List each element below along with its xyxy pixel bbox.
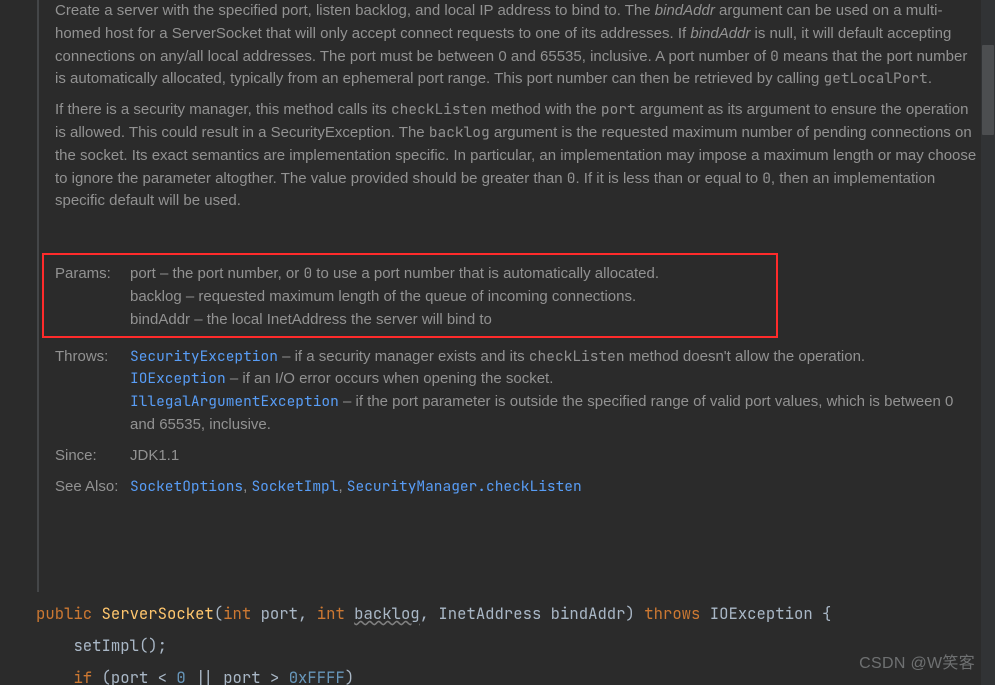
param-bindaddr: bindAddr – the local InetAddress the ser… (130, 309, 776, 332)
type-ioexception: IOException (710, 603, 813, 624)
throws-text: method doesn't allow the operation. (625, 348, 866, 365)
link-socketimpl[interactable]: SocketImpl (251, 477, 338, 496)
num-hex: 0xFFFF (289, 667, 345, 685)
throws-label: Throws: (55, 346, 130, 437)
editor-viewport: Create a server with the specified port,… (0, 0, 995, 685)
paren: ) (345, 667, 354, 685)
paren: ( (92, 667, 111, 685)
throws-row: Throws: SecurityException – if a securit… (55, 346, 980, 437)
kw-throws: throws (644, 603, 700, 624)
type-inetaddress: InetAddress (438, 603, 550, 624)
param-backlog: backlog – requested maximum length of th… (130, 286, 776, 309)
javadoc-panel: Create a server with the specified port,… (37, 0, 980, 592)
doc-text: method with the (487, 101, 601, 118)
param-port-text: port – the port number, or (130, 265, 303, 282)
doc-method-getlocalport: getLocalPort (823, 69, 927, 88)
throws-content: SecurityException – if a security manage… (130, 346, 980, 437)
op-lt: < (158, 667, 177, 685)
link-illegalargumentexception[interactable]: IllegalArgumentException (130, 392, 339, 411)
javadoc-paragraph-2: If there is a security manager, this met… (55, 99, 980, 213)
comma: , (298, 603, 317, 624)
kw-public: public (36, 603, 92, 624)
params-highlight-box: Params: port – the port number, or 0 to … (42, 253, 778, 337)
code-editor[interactable]: public ServerSocket(int port, int backlo… (36, 598, 995, 685)
link-ioexception[interactable]: IOException (130, 369, 226, 388)
kw-if: if (73, 667, 92, 685)
seealso-label: See Also: (55, 476, 130, 499)
throws-ioexception: IOException – if an I/O error occurs whe… (130, 368, 980, 391)
params-row: Params: port – the port number, or 0 to … (55, 263, 776, 331)
op-gt: > (270, 667, 289, 685)
semicolon: ; (158, 635, 167, 656)
doc-text: Create a server with the specified port,… (55, 2, 655, 19)
param-backlog: backlog (354, 603, 420, 624)
link-securitymanager-checklisten[interactable]: SecurityManager.checkListen (347, 477, 582, 496)
since-label: Since: (55, 445, 130, 468)
doc-method-checklisten: checkListen (391, 100, 487, 119)
call-setimpl: setImpl (73, 635, 139, 656)
throws-securityexception: SecurityException – if a security manage… (130, 346, 980, 369)
param-bindaddr: bindAddr (551, 603, 626, 624)
param-port: port – the port number, or 0 to use a po… (130, 263, 776, 286)
seealso-content: SocketOptions, SocketImpl, SecurityManag… (130, 476, 980, 499)
doc-literal-zero: 0 (762, 169, 771, 188)
paren: ) (626, 603, 635, 624)
since-row: Since: JDK1.1 (55, 445, 980, 468)
seealso-row: See Also: SocketOptions, SocketImpl, Sec… (55, 476, 980, 499)
param-port: port (251, 603, 298, 624)
brace: { (813, 603, 832, 624)
paren: ( (214, 603, 223, 624)
doc-text: . (928, 70, 932, 87)
op-or: || (186, 667, 223, 685)
constructor-name: ServerSocket (102, 603, 214, 624)
seealso-sep: , (338, 478, 346, 495)
params-content: port – the port number, or 0 to use a po… (130, 263, 776, 331)
throws-text: – if an I/O error occurs when opening th… (226, 370, 554, 387)
var-port: port (111, 667, 158, 685)
scrollbar-thumb[interactable] (982, 45, 994, 135)
throws-illegalargumentexception: IllegalArgumentException – if the port p… (130, 391, 980, 437)
doc-literal-zero: 0 (770, 47, 779, 66)
vertical-scrollbar[interactable] (981, 0, 995, 685)
doc-literal-port: port (601, 100, 636, 119)
parens: () (139, 635, 158, 656)
throws-literal-checklisten: checkListen (529, 347, 625, 366)
var-port: port (223, 667, 270, 685)
doc-literal-backlog: backlog (429, 123, 490, 142)
javadoc-paragraph-1: Create a server with the specified port,… (55, 0, 980, 91)
doc-text: If there is a security manager, this met… (55, 101, 391, 118)
kw-int: int (317, 603, 345, 624)
since-value: JDK1.1 (130, 445, 980, 468)
comma: , (420, 603, 439, 624)
doc-param-bindaddr: bindAddr (690, 25, 750, 42)
param-port-text: to use a port number that is automatical… (312, 265, 659, 282)
link-securityexception[interactable]: SecurityException (130, 347, 278, 366)
doc-text: . If it is less than or equal to (575, 170, 762, 187)
doc-param-bindaddr: bindAddr (655, 2, 715, 19)
param-port-zero: 0 (303, 264, 312, 283)
kw-int: int (223, 603, 251, 624)
num-zero: 0 (176, 667, 185, 685)
params-label: Params: (55, 263, 130, 331)
link-socketoptions[interactable]: SocketOptions (130, 477, 243, 496)
throws-text: – if a security manager exists and its (278, 348, 529, 365)
